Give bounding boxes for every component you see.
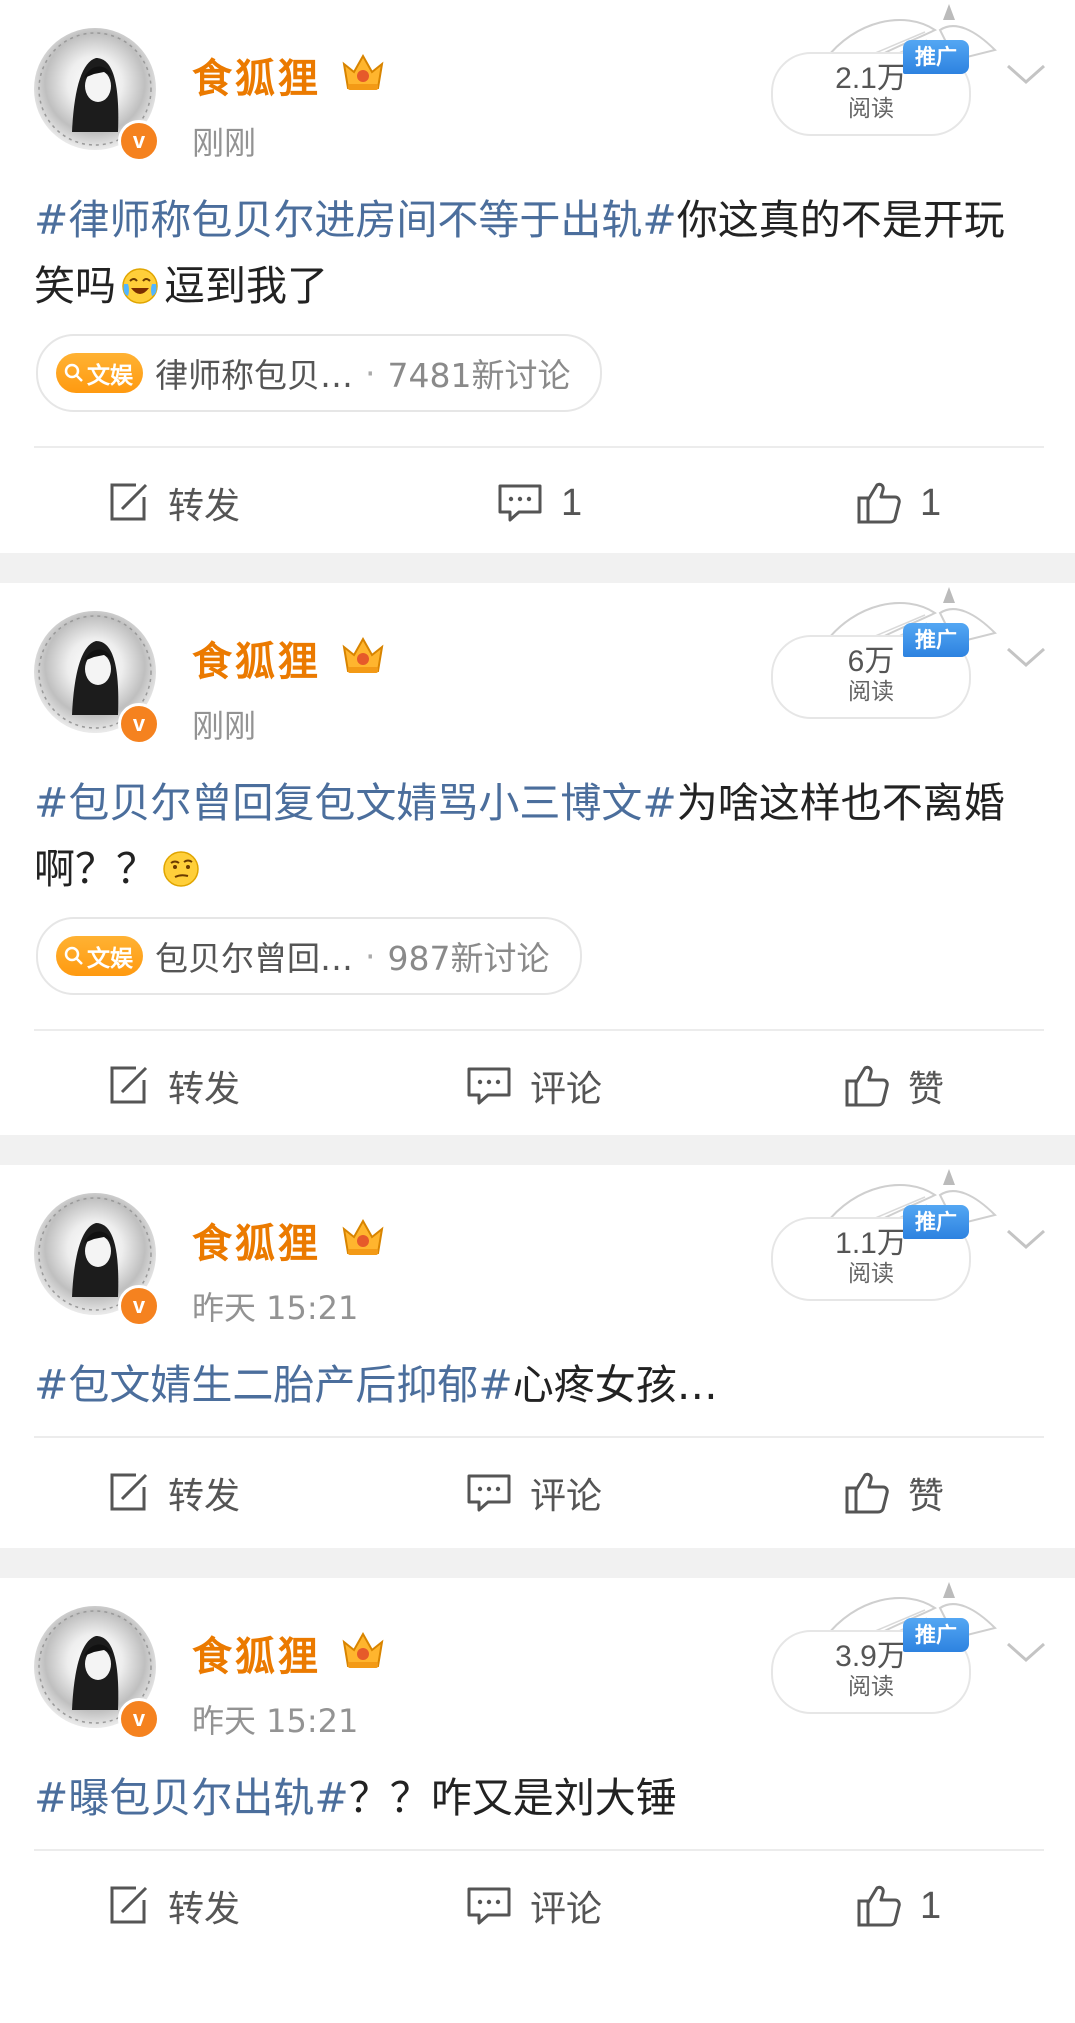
thinking-emoji-icon — [163, 851, 199, 887]
comment-label: 评论 — [530, 1069, 603, 1110]
post-time: 刚刚 — [192, 124, 257, 162]
chevron-down-icon[interactable] — [1004, 60, 1048, 88]
post-time: 昨天 15:21 — [192, 1702, 359, 1740]
action-bar: 转发 评论 赞 — [0, 1031, 1075, 1135]
post-card[interactable]: v 食狐狸 刚刚 2.1万 阅读 推广 #律师称包贝尔进房间不等于出轨#你这真的… — [0, 0, 1075, 553]
topic-pill[interactable]: 文娱 律师称包贝… · 7481新讨论 — [36, 334, 603, 412]
topic-badge: 文娱 — [56, 353, 143, 393]
repost-button[interactable]: 转发 — [106, 1031, 240, 1135]
repost-icon — [110, 1473, 148, 1511]
post-text: 逗到我了 — [164, 262, 328, 310]
post-content: #包贝尔曾回复包文婧骂小三博文#为啥这样也不离婚啊？？ — [34, 770, 1044, 902]
like-button[interactable]: 赞 — [844, 1438, 944, 1548]
action-bar: 转发 评论 1 — [0, 1851, 1075, 1961]
post-content: #包文婧生二胎产后抑郁#心疼女孩… — [34, 1352, 1044, 1418]
thumbs-up-icon — [857, 1885, 901, 1927]
post-time: 昨天 15:21 — [192, 1289, 359, 1327]
thumbs-up-icon — [857, 482, 901, 524]
topic-discussion-count: 987新讨论 — [387, 939, 550, 978]
topic-separator: · — [365, 353, 376, 393]
verified-badge-icon: v — [118, 1285, 160, 1327]
action-bar: 转发 评论 赞 — [0, 1438, 1075, 1548]
verified-badge-icon: v — [118, 1698, 160, 1740]
post-time: 刚刚 — [192, 707, 257, 745]
comment-icon — [467, 1474, 511, 1512]
crying-laughing-emoji-icon — [122, 268, 158, 304]
post-text: 心疼女孩… — [512, 1361, 718, 1409]
repost-icon — [110, 1066, 148, 1104]
comment-button[interactable]: 评论 — [466, 1851, 602, 1961]
promo-tag: 推广 — [903, 1205, 969, 1239]
like-button[interactable]: 1 — [856, 1851, 941, 1961]
topic-discussion-count: 7481新讨论 — [387, 356, 571, 395]
repost-button[interactable]: 转发 — [106, 1438, 240, 1548]
repost-button[interactable]: 转发 — [106, 448, 240, 553]
promo-tag: 推广 — [903, 40, 969, 74]
chevron-down-icon[interactable] — [1004, 1225, 1048, 1253]
username[interactable]: 食狐狸 — [192, 629, 321, 687]
post-hashtag[interactable]: #律师称包贝尔进房间不等于出轨# — [34, 196, 677, 244]
like-count: 1 — [920, 481, 942, 524]
post-content: #曝包贝尔出轨#？？咋又是刘大锤 — [34, 1765, 1044, 1831]
post-card[interactable]: v 食狐狸 刚刚 6万 阅读 推广 #包贝尔曾回复包文婧骂小三博文#为啥这样也不… — [0, 583, 1075, 1135]
repost-label: 转发 — [168, 1889, 241, 1930]
topic-name: 律师称包贝… — [155, 356, 353, 395]
search-icon — [64, 946, 83, 965]
post-hashtag[interactable]: #包贝尔曾回复包文婧骂小三博文# — [34, 779, 677, 827]
comment-icon — [467, 1067, 511, 1105]
repost-button[interactable]: 转发 — [106, 1851, 240, 1961]
topic-pill[interactable]: 文娱 包贝尔曾回… · 987新讨论 — [36, 917, 582, 995]
topic-separator: · — [365, 936, 376, 976]
topic-name: 包贝尔曾回… — [155, 939, 353, 978]
thumbs-up-icon — [845, 1065, 889, 1107]
comment-label: 评论 — [530, 1476, 603, 1517]
verified-badge-icon: v — [118, 120, 160, 162]
like-count: 1 — [920, 1884, 942, 1927]
comment-button[interactable]: 评论 — [466, 1438, 602, 1548]
promo-tag: 推广 — [903, 623, 969, 657]
chevron-down-icon[interactable] — [1004, 1638, 1048, 1666]
repost-label: 转发 — [168, 1476, 241, 1517]
username[interactable]: 食狐狸 — [192, 1211, 321, 1269]
post-content: #律师称包贝尔进房间不等于出轨#你这真的不是开玩笑吗 逗到我了 — [34, 187, 1044, 319]
post-card[interactable]: v 食狐狸 昨天 15:21 3.9万 阅读 推广 #曝包贝尔出轨#？？咋又是刘… — [0, 1578, 1075, 2023]
thumbs-up-icon — [845, 1472, 889, 1514]
crown-icon — [342, 1218, 384, 1255]
username[interactable]: 食狐狸 — [192, 1624, 321, 1682]
comment-count: 1 — [561, 481, 583, 524]
repost-label: 转发 — [168, 486, 241, 527]
like-label: 赞 — [908, 1476, 945, 1517]
chevron-down-icon[interactable] — [1004, 643, 1048, 671]
post-hashtag[interactable]: #曝包贝尔出轨# — [34, 1774, 349, 1822]
like-button[interactable]: 赞 — [844, 1031, 944, 1135]
post-card[interactable]: v 食狐狸 昨天 15:21 1.1万 阅读 推广 #包文婧生二胎产后抑郁#心疼… — [0, 1165, 1075, 1548]
repost-icon — [110, 483, 148, 521]
repost-icon — [110, 1886, 148, 1924]
repost-label: 转发 — [168, 1069, 241, 1110]
comment-label: 评论 — [530, 1889, 603, 1930]
search-icon — [64, 363, 83, 382]
action-bar: 转发 1 1 — [0, 448, 1075, 553]
crown-icon — [342, 636, 384, 673]
promo-tag: 推广 — [903, 1618, 969, 1652]
comment-icon — [498, 484, 542, 522]
comment-button[interactable]: 1 — [497, 448, 582, 553]
comment-icon — [467, 1887, 511, 1925]
like-button[interactable]: 1 — [856, 448, 941, 553]
crown-icon — [342, 53, 384, 90]
crown-icon — [342, 1631, 384, 1668]
verified-badge-icon: v — [118, 703, 160, 745]
like-label: 赞 — [908, 1069, 945, 1110]
comment-button[interactable]: 评论 — [466, 1031, 602, 1135]
username[interactable]: 食狐狸 — [192, 46, 321, 104]
post-hashtag[interactable]: #包文婧生二胎产后抑郁# — [34, 1361, 513, 1409]
topic-badge: 文娱 — [56, 936, 143, 976]
post-text: ？？咋又是刘大锤 — [348, 1774, 677, 1822]
